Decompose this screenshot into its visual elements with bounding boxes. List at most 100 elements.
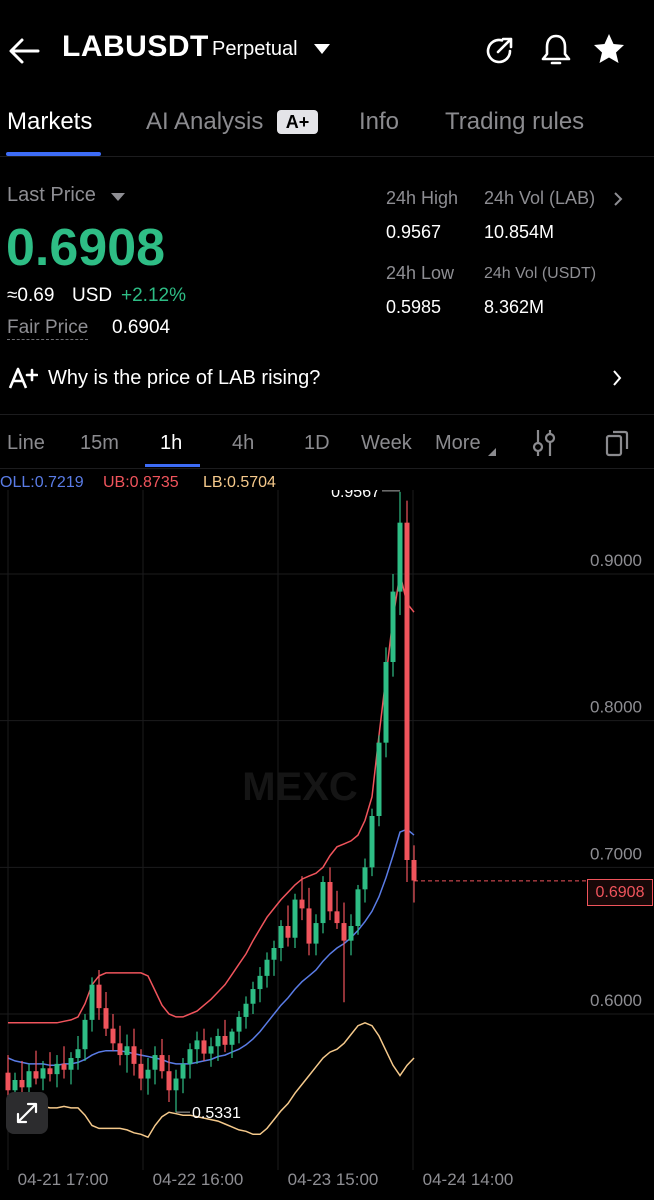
- candle-body: [355, 889, 361, 926]
- candle-body: [390, 591, 396, 662]
- layout-toggle-icon[interactable]: [604, 428, 630, 463]
- candle-body: [229, 1031, 235, 1045]
- y-axis-labels: 0.9000 0.8000 0.7000 0.6000: [590, 551, 642, 1010]
- fullscreen-icon[interactable]: [6, 1092, 48, 1134]
- timeframe-more[interactable]: More: [435, 432, 481, 455]
- timeframe-line[interactable]: Line: [7, 432, 45, 455]
- candle-body: [243, 1003, 249, 1017]
- y-tick-label: 0.9000: [590, 551, 642, 570]
- ai-sparkle-icon: [8, 366, 39, 395]
- y-tick-label: 0.8000: [590, 698, 642, 717]
- symbol-title[interactable]: LABUSDT: [62, 30, 209, 64]
- candle-body: [152, 1055, 158, 1070]
- chevron-right-icon[interactable]: [611, 368, 623, 393]
- x-tick-label: 04-23 15:00: [288, 1170, 379, 1189]
- candle-body: [215, 1036, 221, 1047]
- vol-lab-label[interactable]: 24h Vol (LAB): [484, 188, 595, 209]
- candle-body: [362, 867, 368, 890]
- ai-question-link[interactable]: Why is the price of LAB rising?: [48, 367, 320, 390]
- high-24h-value: 0.9567: [386, 222, 442, 242]
- fair-price-label[interactable]: Fair Price: [7, 317, 89, 340]
- candle-body: [159, 1055, 165, 1072]
- chart-watermark: MEXC: [242, 765, 358, 809]
- contract-type[interactable]: Perpetual: [212, 38, 298, 61]
- candle-body: [12, 1080, 18, 1091]
- tab-ai-analysis[interactable]: AI Analysis: [146, 108, 263, 136]
- candle-body: [103, 1008, 109, 1029]
- high-24h-label: 24h High: [386, 188, 459, 208]
- low-24h-value: 0.5985: [386, 297, 442, 317]
- price-chart[interactable]: MEXC 0.9000 0.8000 0.7000 0.6000 0.9567 0.53…: [0, 490, 654, 1200]
- bell-icon[interactable]: [539, 32, 573, 73]
- candle-body: [5, 1072, 11, 1091]
- y-tick-label: 0.7000: [590, 844, 642, 863]
- candle-body: [19, 1080, 25, 1088]
- timeframe-week[interactable]: Week: [361, 432, 412, 455]
- last-price-value: 0.6908: [6, 219, 166, 277]
- candle-body: [82, 1019, 88, 1050]
- candle-body: [222, 1036, 228, 1045]
- candle-body: [96, 984, 102, 1009]
- candle-body: [75, 1049, 81, 1058]
- candle-body: [145, 1069, 151, 1079]
- timeframe-4h[interactable]: 4h: [232, 432, 254, 455]
- timeframe-1h[interactable]: 1h: [160, 432, 182, 455]
- timeframe-15m[interactable]: 15m: [80, 432, 119, 455]
- candle-body: [89, 984, 95, 1020]
- min-price-label: 0.5331: [192, 1105, 241, 1122]
- candle-body: [166, 1071, 172, 1091]
- usd-unit: USD: [72, 285, 113, 306]
- candle-body: [131, 1046, 137, 1064]
- candle-body: [383, 662, 389, 743]
- change-percent: +2.12%: [121, 285, 186, 306]
- candle-body: [124, 1046, 130, 1056]
- last-price-label[interactable]: Last Price: [7, 184, 96, 207]
- candle-body: [187, 1049, 193, 1064]
- candle-body: [341, 923, 347, 941]
- candle-body: [173, 1078, 179, 1091]
- x-tick-label: 04-22 16:00: [153, 1170, 244, 1189]
- fair-price-value: 0.6904: [112, 317, 171, 338]
- usd-approx: ≈0.69: [7, 285, 55, 306]
- tabs-divider: [0, 156, 654, 157]
- candle-body: [236, 1016, 242, 1032]
- candle-body: [348, 926, 354, 941]
- tab-info[interactable]: Info: [359, 108, 399, 136]
- candle-body: [201, 1040, 207, 1054]
- current-price-tag: 0.6908: [587, 879, 653, 906]
- x-tick-label: 04-24 14:00: [423, 1170, 514, 1189]
- more-caret-icon[interactable]: [487, 444, 497, 462]
- back-arrow-icon[interactable]: [6, 34, 42, 68]
- candle-body: [47, 1068, 53, 1075]
- candle-body: [320, 882, 326, 924]
- max-price-label: 0.9567: [331, 490, 380, 501]
- chevron-right-icon[interactable]: [612, 190, 624, 213]
- candle-body: [376, 742, 382, 816]
- candle-body: [313, 923, 319, 944]
- candle-body: [54, 1063, 60, 1075]
- timeframe-1d[interactable]: 1D: [304, 432, 330, 455]
- tab-markets[interactable]: Markets: [7, 108, 92, 136]
- tab-trading-rules[interactable]: Trading rules: [445, 108, 584, 136]
- candle-body: [397, 522, 403, 592]
- vol-lab-value: 10.854M: [484, 222, 555, 242]
- section-divider: [0, 414, 654, 415]
- candle-body: [257, 975, 263, 990]
- candle-body: [40, 1068, 46, 1079]
- candle-body: [292, 899, 298, 938]
- candle-body: [264, 959, 270, 976]
- candle-body: [117, 1043, 123, 1056]
- indicator-settings-icon[interactable]: [532, 428, 556, 463]
- candle-body: [411, 860, 417, 881]
- share-icon[interactable]: [482, 34, 516, 73]
- caret-down-icon[interactable]: [313, 42, 331, 61]
- candle-body: [26, 1071, 32, 1088]
- candle-body: [285, 926, 291, 938]
- candle-body: [110, 1028, 116, 1044]
- last-price-caret-icon[interactable]: [110, 190, 126, 208]
- chart-grid: [0, 490, 654, 1170]
- timeframe-active-indicator: [145, 464, 200, 467]
- candle-body: [194, 1040, 200, 1050]
- favorite-star-icon[interactable]: [592, 32, 626, 71]
- boll-middle-band: [7, 828, 415, 1067]
